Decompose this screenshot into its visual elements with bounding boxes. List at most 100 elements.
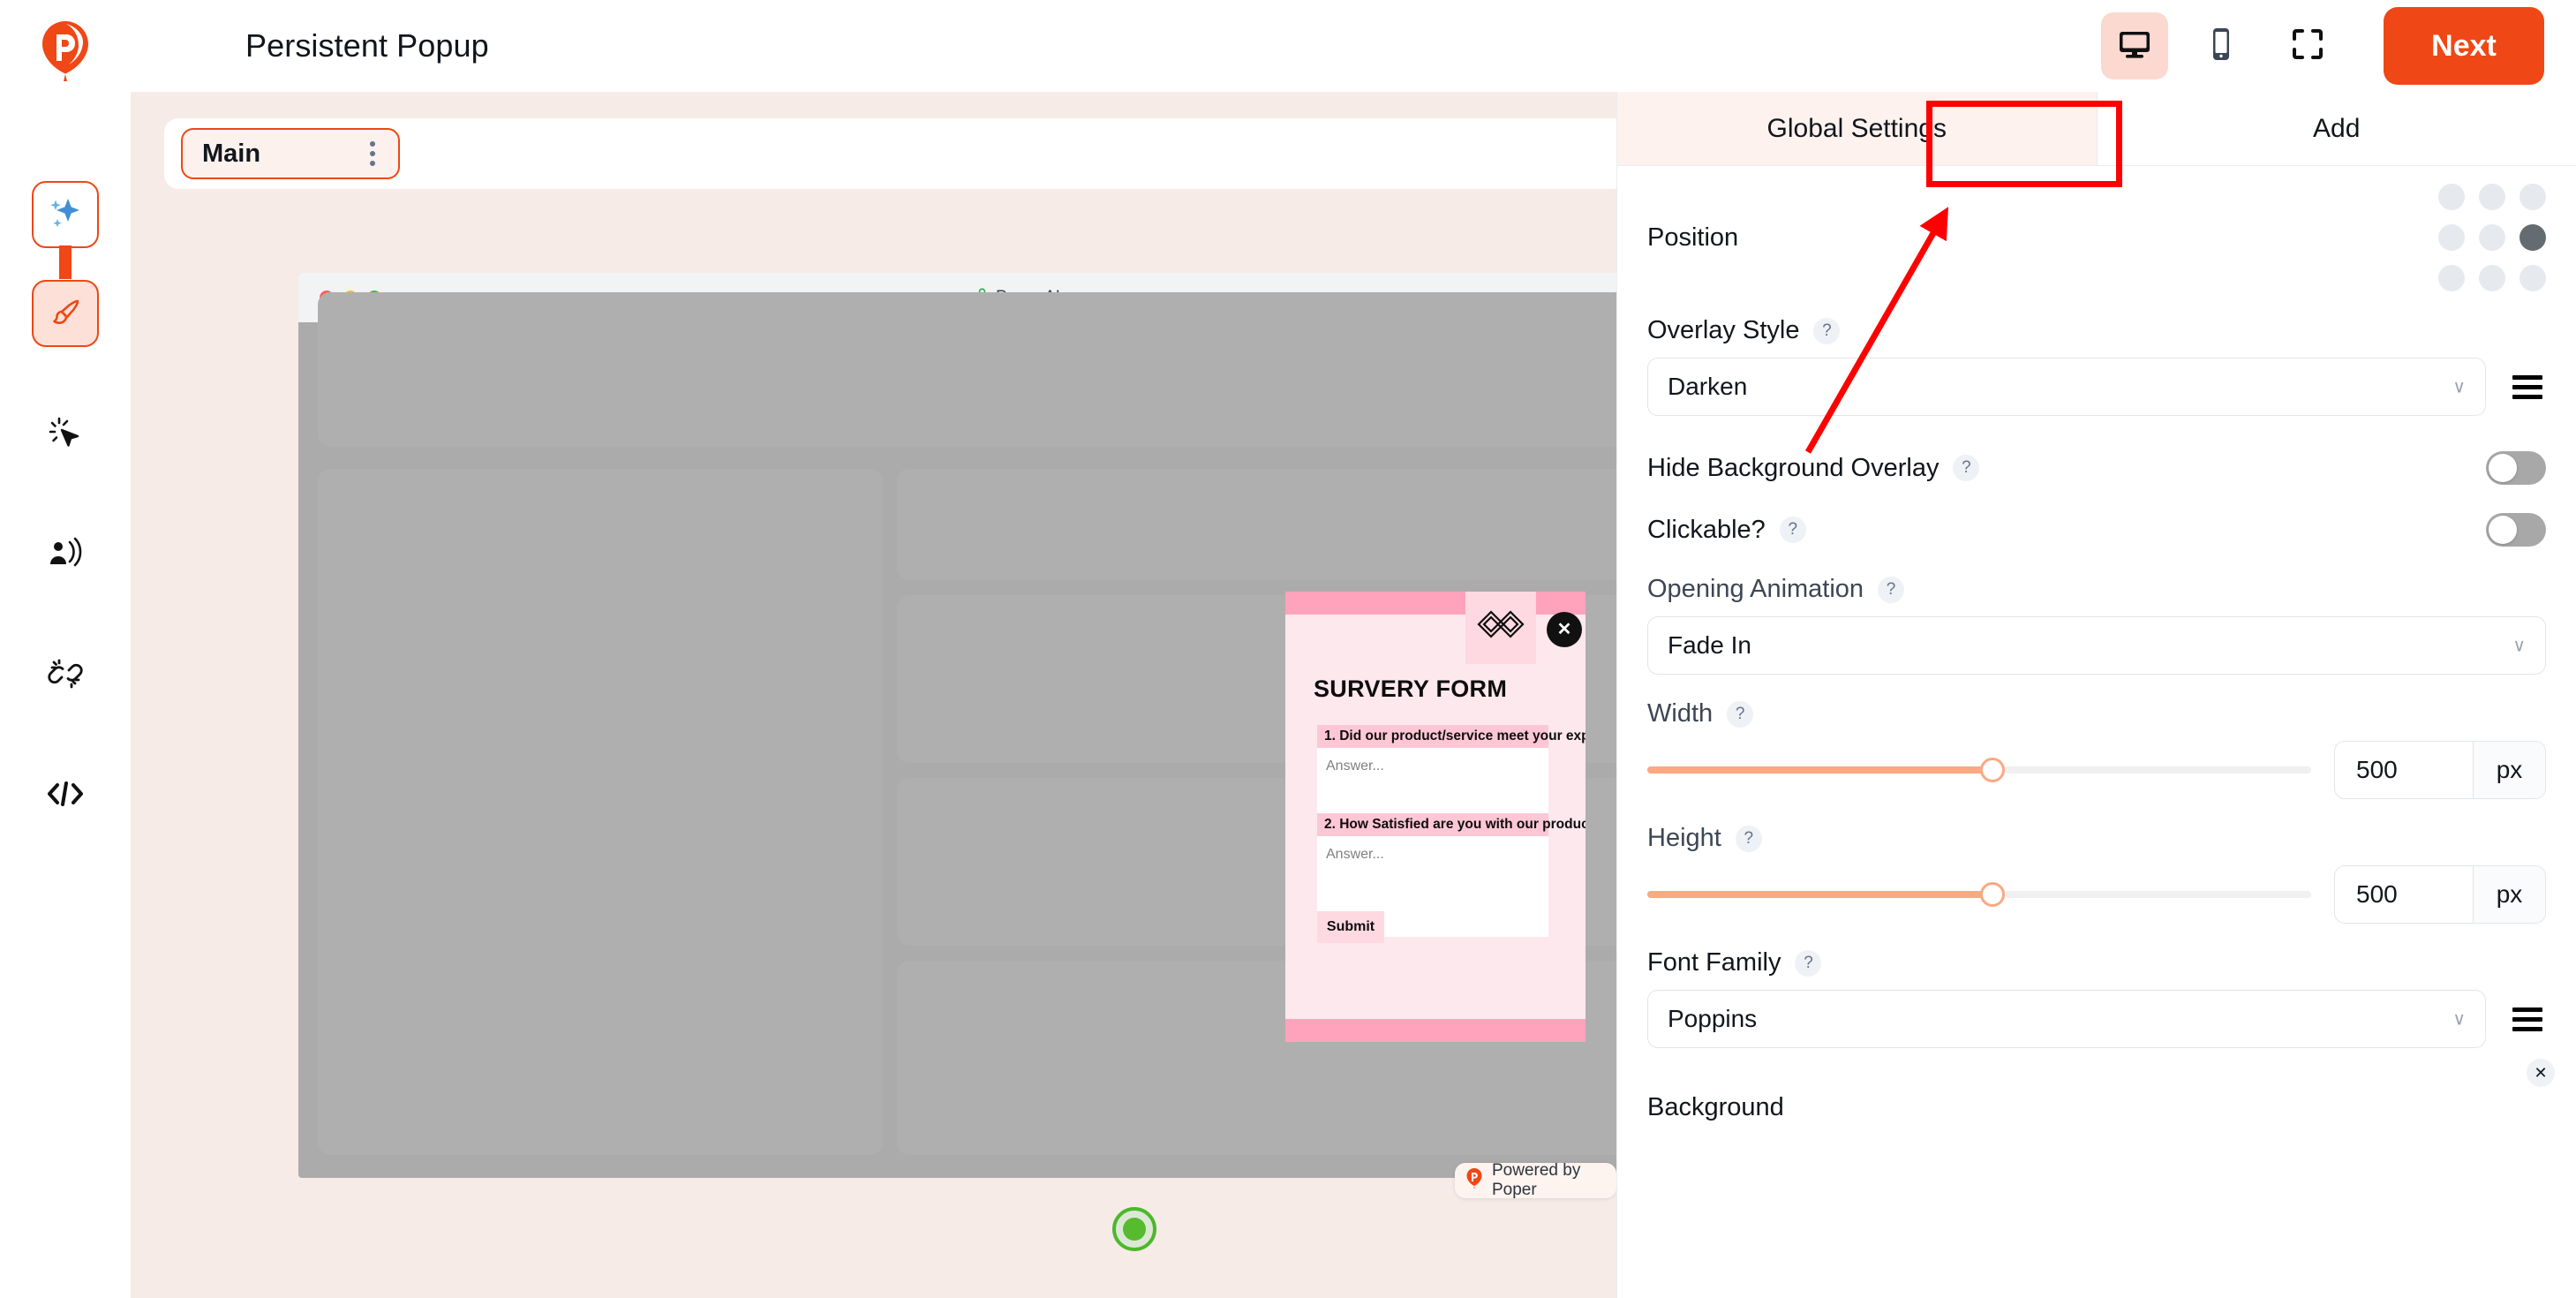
vertical-dots-icon[interactable] <box>370 141 375 166</box>
position-cell-bottom-center[interactable] <box>2479 265 2505 291</box>
font-family-field: Poppins ∨ <box>1647 990 2546 1048</box>
font-family-label-row: Font Family ? <box>1647 948 2546 977</box>
width-slider-knob[interactable] <box>1980 758 2006 782</box>
link-chain-icon <box>48 656 83 691</box>
opening-animation-value: Fade In <box>1668 631 1751 659</box>
clickable-help-icon[interactable]: ? <box>1779 517 1806 543</box>
chevron-down-icon: ∨ <box>2452 377 2466 397</box>
panel-body: Position Overlay Style ? Darken ∨ Hide B… <box>1617 166 2576 1142</box>
rail-items <box>0 181 131 859</box>
sidebar-item-audience[interactable] <box>32 520 99 587</box>
x-remove-icon[interactable]: ✕ <box>2527 1059 2555 1087</box>
overlay-style-label-row: Overlay Style ? <box>1647 316 2546 345</box>
chevron-down-icon: ∨ <box>2452 1009 2466 1030</box>
page-chip-label: Main <box>202 139 261 168</box>
sidebar-item-design[interactable] <box>32 280 99 347</box>
position-cell-top-left[interactable] <box>2438 184 2465 210</box>
x-close-icon: ✕ <box>1556 620 1572 639</box>
skeleton-block-side-1 <box>897 469 1616 580</box>
top-bar-actions: Next <box>2101 7 2544 85</box>
position-grid[interactable] <box>2438 184 2546 291</box>
background-row: Background ✕ <box>1647 1059 2555 1142</box>
page-title: Persistent Popup <box>245 27 489 64</box>
position-cell-middle-right[interactable] <box>2520 224 2546 251</box>
sidebar-item-custom-code[interactable] <box>32 760 99 827</box>
background-color-control: ✕ <box>2465 1059 2555 1142</box>
height-number-input[interactable]: 500 px <box>2334 865 2546 924</box>
background-label: Background <box>1647 1092 1784 1121</box>
sidebar-item-ai-assistant[interactable] <box>32 181 99 248</box>
sidebar-item-integrations[interactable] <box>32 640 99 707</box>
popup-question-1-label: 1. Did our product/service meet your exp… <box>1317 725 1586 748</box>
clickable-label-row: Clickable? ? <box>1647 516 1806 545</box>
position-cell-middle-center[interactable] <box>2479 224 2505 251</box>
fullscreen-button[interactable] <box>2274 12 2341 79</box>
overlay-style-field: Darken ∨ <box>1647 358 2546 416</box>
font-family-menu-icon[interactable] <box>2509 1004 2546 1035</box>
sidebar-item-triggers[interactable] <box>32 400 99 467</box>
poper-balloon-logo-icon[interactable] <box>32 18 99 85</box>
height-label-row: Height ? <box>1647 824 2546 853</box>
position-cell-top-center[interactable] <box>2479 184 2505 210</box>
opening-animation-select[interactable]: Fade In ∨ <box>1647 616 2546 675</box>
height-help-icon[interactable]: ? <box>1735 825 1762 852</box>
overlay-style-help-icon[interactable]: ? <box>1813 317 1841 344</box>
powered-by-badge[interactable]: Powered by Poper <box>1455 1161 1616 1199</box>
popup-submit-button[interactable]: Submit <box>1317 911 1384 943</box>
live-status-indicator[interactable] <box>1112 1207 1156 1251</box>
desktop-monitor-icon <box>2117 26 2152 66</box>
width-label: Width <box>1647 699 1714 728</box>
code-brackets-icon <box>47 781 84 807</box>
width-help-icon[interactable]: ? <box>1727 700 1754 728</box>
powered-by-label: Powered by Poper <box>1492 1161 1581 1199</box>
font-family-select[interactable]: Poppins ∨ <box>1647 990 2486 1048</box>
position-cell-middle-left[interactable] <box>2438 224 2465 251</box>
overlay-style-label: Overlay Style <box>1647 316 1800 344</box>
overlay-style-value: Darken <box>1668 373 1748 400</box>
skeleton-block-main <box>318 469 883 1155</box>
page-tabs-bar: Main <box>164 118 1616 189</box>
popup-close-button[interactable]: ✕ <box>1547 612 1582 647</box>
app-root: Persistent Popup Next Main SURVERY FORM … <box>0 0 2576 1298</box>
popup-top-band <box>1285 592 1586 615</box>
height-control: 500 px <box>1647 865 2546 924</box>
clickable-toggle[interactable] <box>2486 513 2546 547</box>
height-slider-knob[interactable] <box>1980 882 2006 907</box>
popup-title: SURVERY FORM <box>1314 675 1508 702</box>
mobile-view-button[interactable] <box>2188 12 2255 79</box>
interlocking-diamonds-icon <box>1477 607 1525 650</box>
position-row: Position <box>1647 184 2546 291</box>
popup-logo-card <box>1465 592 1536 664</box>
hide-background-overlay-toggle[interactable] <box>2486 451 2546 485</box>
position-cell-bottom-right[interactable] <box>2520 265 2546 291</box>
hide-background-overlay-help-icon[interactable]: ? <box>1953 455 1980 481</box>
left-rail <box>0 0 131 1298</box>
position-cell-bottom-left[interactable] <box>2438 265 2465 291</box>
position-cell-top-right[interactable] <box>2520 184 2546 210</box>
popup-question-2-label: 2. How Satisfied are you with our produc… <box>1317 813 1586 836</box>
popup-bottom-band <box>1285 1019 1586 1042</box>
next-button[interactable]: Next <box>2384 7 2544 85</box>
clickable-row: Clickable? ? <box>1647 502 2546 557</box>
chevron-down-icon: ∨ <box>2512 636 2526 656</box>
desktop-view-button[interactable] <box>2101 12 2168 79</box>
tab-global-settings[interactable]: Global Settings <box>1617 92 2097 165</box>
sparkles-ai-icon <box>46 195 85 234</box>
width-number-input[interactable]: 500 px <box>2334 741 2546 799</box>
page-chip-main[interactable]: Main <box>181 128 400 179</box>
overlay-style-menu-icon[interactable] <box>2509 372 2546 403</box>
height-slider[interactable] <box>1647 882 2311 907</box>
popup-preview[interactable]: SURVERY FORM 1. Did our product/service … <box>1285 592 1586 1042</box>
mobile-phone-icon <box>2206 26 2236 66</box>
paint-brush-icon <box>47 295 84 332</box>
audience-targeting-icon <box>47 535 84 572</box>
hide-background-overlay-label-row: Hide Background Overlay ? <box>1647 454 1980 483</box>
tab-add[interactable]: Add <box>2096 92 2576 165</box>
height-unit: px <box>2473 866 2545 923</box>
font-family-help-icon[interactable]: ? <box>1795 949 1822 977</box>
overlay-style-select[interactable]: Darken ∨ <box>1647 358 2486 416</box>
height-value: 500 <box>2356 880 2398 908</box>
width-slider[interactable] <box>1647 758 2311 782</box>
opening-animation-help-icon[interactable]: ? <box>1878 576 1905 603</box>
panel-tabs: Global Settings Add <box>1617 92 2576 166</box>
